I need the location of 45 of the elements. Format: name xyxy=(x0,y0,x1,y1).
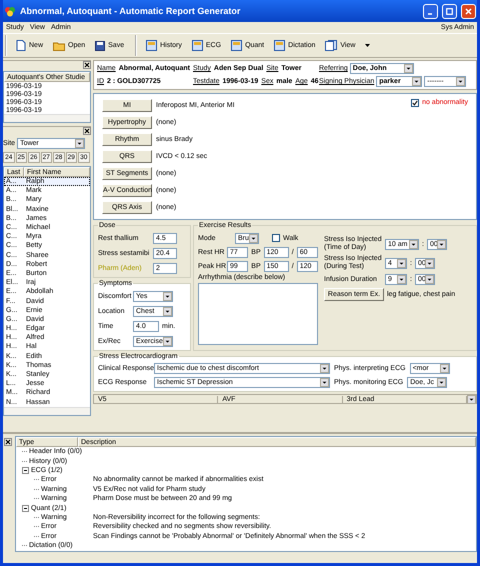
checkbox[interactable] xyxy=(411,99,420,107)
caret-icon xyxy=(412,77,422,86)
caret-icon xyxy=(437,378,446,387)
maximize-button[interactable] xyxy=(442,4,457,18)
caret-icon xyxy=(249,234,258,242)
checkbox[interactable] xyxy=(272,234,280,242)
caret-icon xyxy=(163,336,172,346)
caret-icon xyxy=(436,240,446,249)
close-icon xyxy=(5,439,11,445)
collapse-icon[interactable] xyxy=(22,466,29,474)
caret-icon xyxy=(456,77,466,86)
scrollbar[interactable] xyxy=(4,406,90,415)
caret-icon xyxy=(163,292,172,300)
caret-icon xyxy=(163,306,172,316)
collapse-icon[interactable] xyxy=(22,504,29,512)
caret-icon xyxy=(320,364,329,373)
caret-icon xyxy=(404,64,413,73)
close-button[interactable] xyxy=(83,61,91,69)
maximize-icon xyxy=(446,8,453,14)
text-area[interactable] xyxy=(198,283,318,345)
app-icon xyxy=(4,5,16,17)
close-icon xyxy=(84,62,90,68)
window-icon xyxy=(274,40,286,51)
close-icon xyxy=(84,128,90,134)
caret-icon xyxy=(424,275,434,284)
caret-icon xyxy=(424,258,434,268)
pages-icon xyxy=(325,40,338,51)
window-icon xyxy=(192,40,203,51)
close-button[interactable] xyxy=(4,438,12,446)
scrollbar[interactable] xyxy=(4,114,90,122)
caret-icon xyxy=(397,258,406,268)
folder-icon xyxy=(53,40,66,50)
caret-icon xyxy=(75,138,84,148)
window-icon xyxy=(231,40,242,51)
window-title: Abnormal, Autoquant - Automatic Report Generator xyxy=(20,6,242,16)
minimize-button[interactable] xyxy=(423,4,438,18)
close-button[interactable] xyxy=(83,127,91,135)
caret-icon xyxy=(397,275,406,284)
check-icon xyxy=(412,100,418,106)
caret-icon xyxy=(409,240,418,249)
caret-icon xyxy=(440,364,449,373)
window-icon xyxy=(146,40,158,51)
close-icon xyxy=(465,8,472,14)
caret-icon xyxy=(320,378,329,387)
document-icon xyxy=(16,40,26,51)
